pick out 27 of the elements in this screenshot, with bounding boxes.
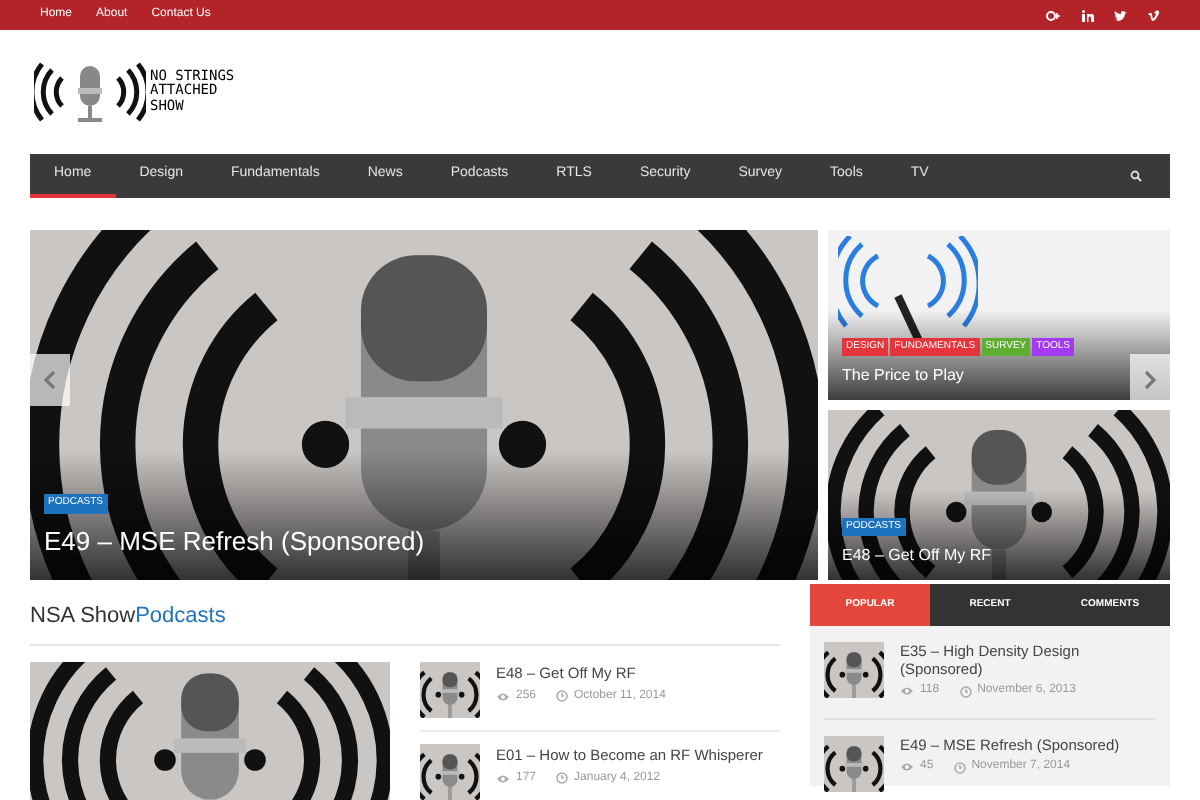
slide-title[interactable]: The Price to Play xyxy=(842,364,964,388)
next-slide-button[interactable] xyxy=(1130,354,1170,406)
microphone-signal-logo-icon[interactable] xyxy=(34,60,146,124)
section-title: NSA Show xyxy=(30,602,136,632)
section-title-highlight: Podcasts xyxy=(135,602,226,632)
slide-title[interactable]: E48 – Get Off My RF xyxy=(842,544,992,568)
eye-icon xyxy=(900,686,914,696)
logo-thumbnail xyxy=(420,661,480,717)
slide-title[interactable]: E49 – MSE Refresh (Sponsored) xyxy=(44,521,425,560)
logo-thumbnail xyxy=(824,736,884,792)
linkedin-icon[interactable] xyxy=(1082,9,1094,21)
clock-icon xyxy=(556,772,569,785)
vimeo-icon[interactable] xyxy=(1148,9,1160,21)
clock-icon xyxy=(953,761,966,773)
previous-slide-button[interactable] xyxy=(30,354,70,406)
eye-icon xyxy=(900,762,914,772)
logo-thumbnail xyxy=(420,743,480,799)
clock-icon xyxy=(556,690,569,703)
logo-thumbnail xyxy=(824,642,884,698)
clock-icon xyxy=(959,685,972,697)
search-icon[interactable] xyxy=(1130,170,1142,182)
eye-icon xyxy=(496,773,510,784)
google-plus-icon[interactable] xyxy=(1046,9,1062,21)
chevron-left-icon xyxy=(44,370,56,390)
eye-icon xyxy=(496,691,510,702)
twitter-icon[interactable] xyxy=(1114,9,1128,21)
chevron-right-icon xyxy=(1144,370,1156,390)
